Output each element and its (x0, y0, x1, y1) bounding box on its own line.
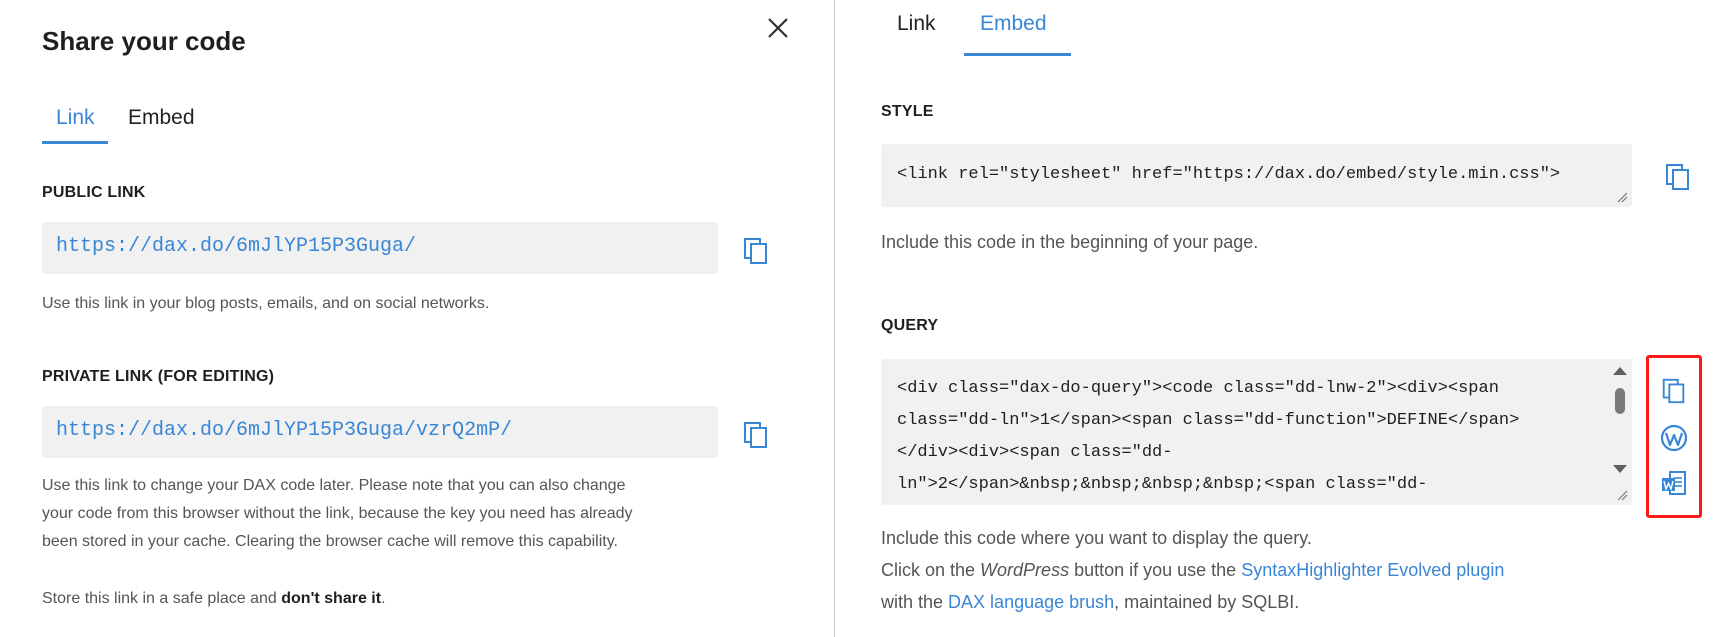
close-icon[interactable] (760, 10, 796, 46)
share-dialog: Share your code Link Embed PUBLIC LINK h… (0, 0, 834, 637)
private-link-note: Store this link in a safe place and don'… (42, 585, 386, 613)
public-link-help: Use this link in your blog posts, emails… (42, 295, 490, 312)
style-label: STYLE (881, 103, 934, 120)
query-help-text: Click on the (881, 560, 981, 580)
style-help: Include this code in the beginning of yo… (881, 232, 1259, 252)
resize-grip-icon[interactable] (1616, 191, 1628, 203)
style-code-field[interactable]: <link rel="stylesheet" href="https://dax… (881, 144, 1632, 207)
embed-panel: Link Embed STYLE <link rel="stylesheet" … (835, 0, 1726, 637)
note-bold: don't share it (281, 590, 382, 607)
public-link-field[interactable]: https://dax.do/6mJlYP15P3Guga/ (42, 222, 718, 274)
query-help-text: , maintained by SQLBI. (1114, 592, 1300, 612)
tab-link[interactable]: Link (56, 106, 95, 130)
query-help-text: button if you use the (1069, 560, 1242, 580)
tab-link[interactable]: Link (897, 12, 936, 36)
public-link-value[interactable]: https://dax.do/6mJlYP15P3Guga/ (56, 235, 416, 258)
wordpress-emphasis: WordPress (980, 560, 1070, 580)
tab-embed[interactable]: Embed (128, 106, 195, 130)
wordpress-icon[interactable] (1660, 424, 1688, 452)
note-prefix: Store this link in a safe place and (42, 590, 282, 607)
public-link-label: PUBLIC LINK (42, 184, 146, 201)
private-link-field[interactable]: https://dax.do/6mJlYP15P3Guga/vzrQ2mP/ (42, 406, 718, 458)
resize-grip-icon[interactable] (1616, 489, 1628, 501)
private-link-help-line: your code from this browser without the … (42, 505, 633, 522)
private-link-help-line: Use this link to change your DAX code la… (42, 477, 626, 494)
private-link-help-line: been stored in your cache. Clearing the … (42, 533, 618, 550)
copy-icon[interactable] (742, 236, 770, 266)
dialog-title: Share your code (42, 26, 246, 56)
query-code[interactable]: <div class="dax-do-query"><code class="d… (897, 373, 1519, 501)
query-label: QUERY (881, 317, 939, 334)
copy-icon[interactable] (1664, 162, 1692, 192)
query-help-line3: with the DAX language brush, maintained … (881, 586, 1504, 618)
query-help: Include this code where you want to disp… (881, 522, 1504, 618)
query-code-line: class="dd-ln">1</span><span class="dd-fu… (897, 411, 1520, 430)
query-code-field[interactable]: <div class="dax-do-query"><code class="d… (881, 359, 1632, 505)
dax-language-brush-link[interactable]: DAX language brush (948, 592, 1114, 612)
syntaxhighlighter-link[interactable]: SyntaxHighlighter Evolved plugin (1241, 560, 1504, 580)
copy-icon[interactable] (1660, 377, 1688, 405)
query-help-text: with the (881, 592, 949, 612)
tab-link-underline (42, 141, 108, 144)
private-link-value[interactable]: https://dax.do/6mJlYP15P3Guga/vzrQ2mP/ (56, 419, 512, 442)
copy-icon[interactable] (742, 420, 770, 450)
private-link-help: Use this link to change your DAX code la… (42, 472, 633, 556)
query-code-line: ln">2</span>&nbsp;&nbsp;&nbsp;&nbsp;<spa… (897, 475, 1428, 494)
tab-embed[interactable]: Embed (980, 12, 1047, 36)
query-code-line: </div><div><span class="dd- (897, 443, 1173, 462)
tab-embed-underline (964, 53, 1071, 56)
query-code-line: <div class="dax-do-query"><code class="d… (897, 379, 1499, 398)
private-link-label: PRIVATE LINK (FOR EDITING) (42, 368, 275, 385)
query-help-line2: Click on the WordPress button if you use… (881, 554, 1504, 586)
word-document-icon[interactable] (1660, 470, 1688, 498)
style-code[interactable]: <link rel="stylesheet" href="https://dax… (897, 159, 1560, 191)
query-help-line1: Include this code where you want to disp… (881, 528, 1312, 548)
query-scrollbar[interactable] (1612, 364, 1628, 478)
note-suffix: . (381, 590, 386, 607)
